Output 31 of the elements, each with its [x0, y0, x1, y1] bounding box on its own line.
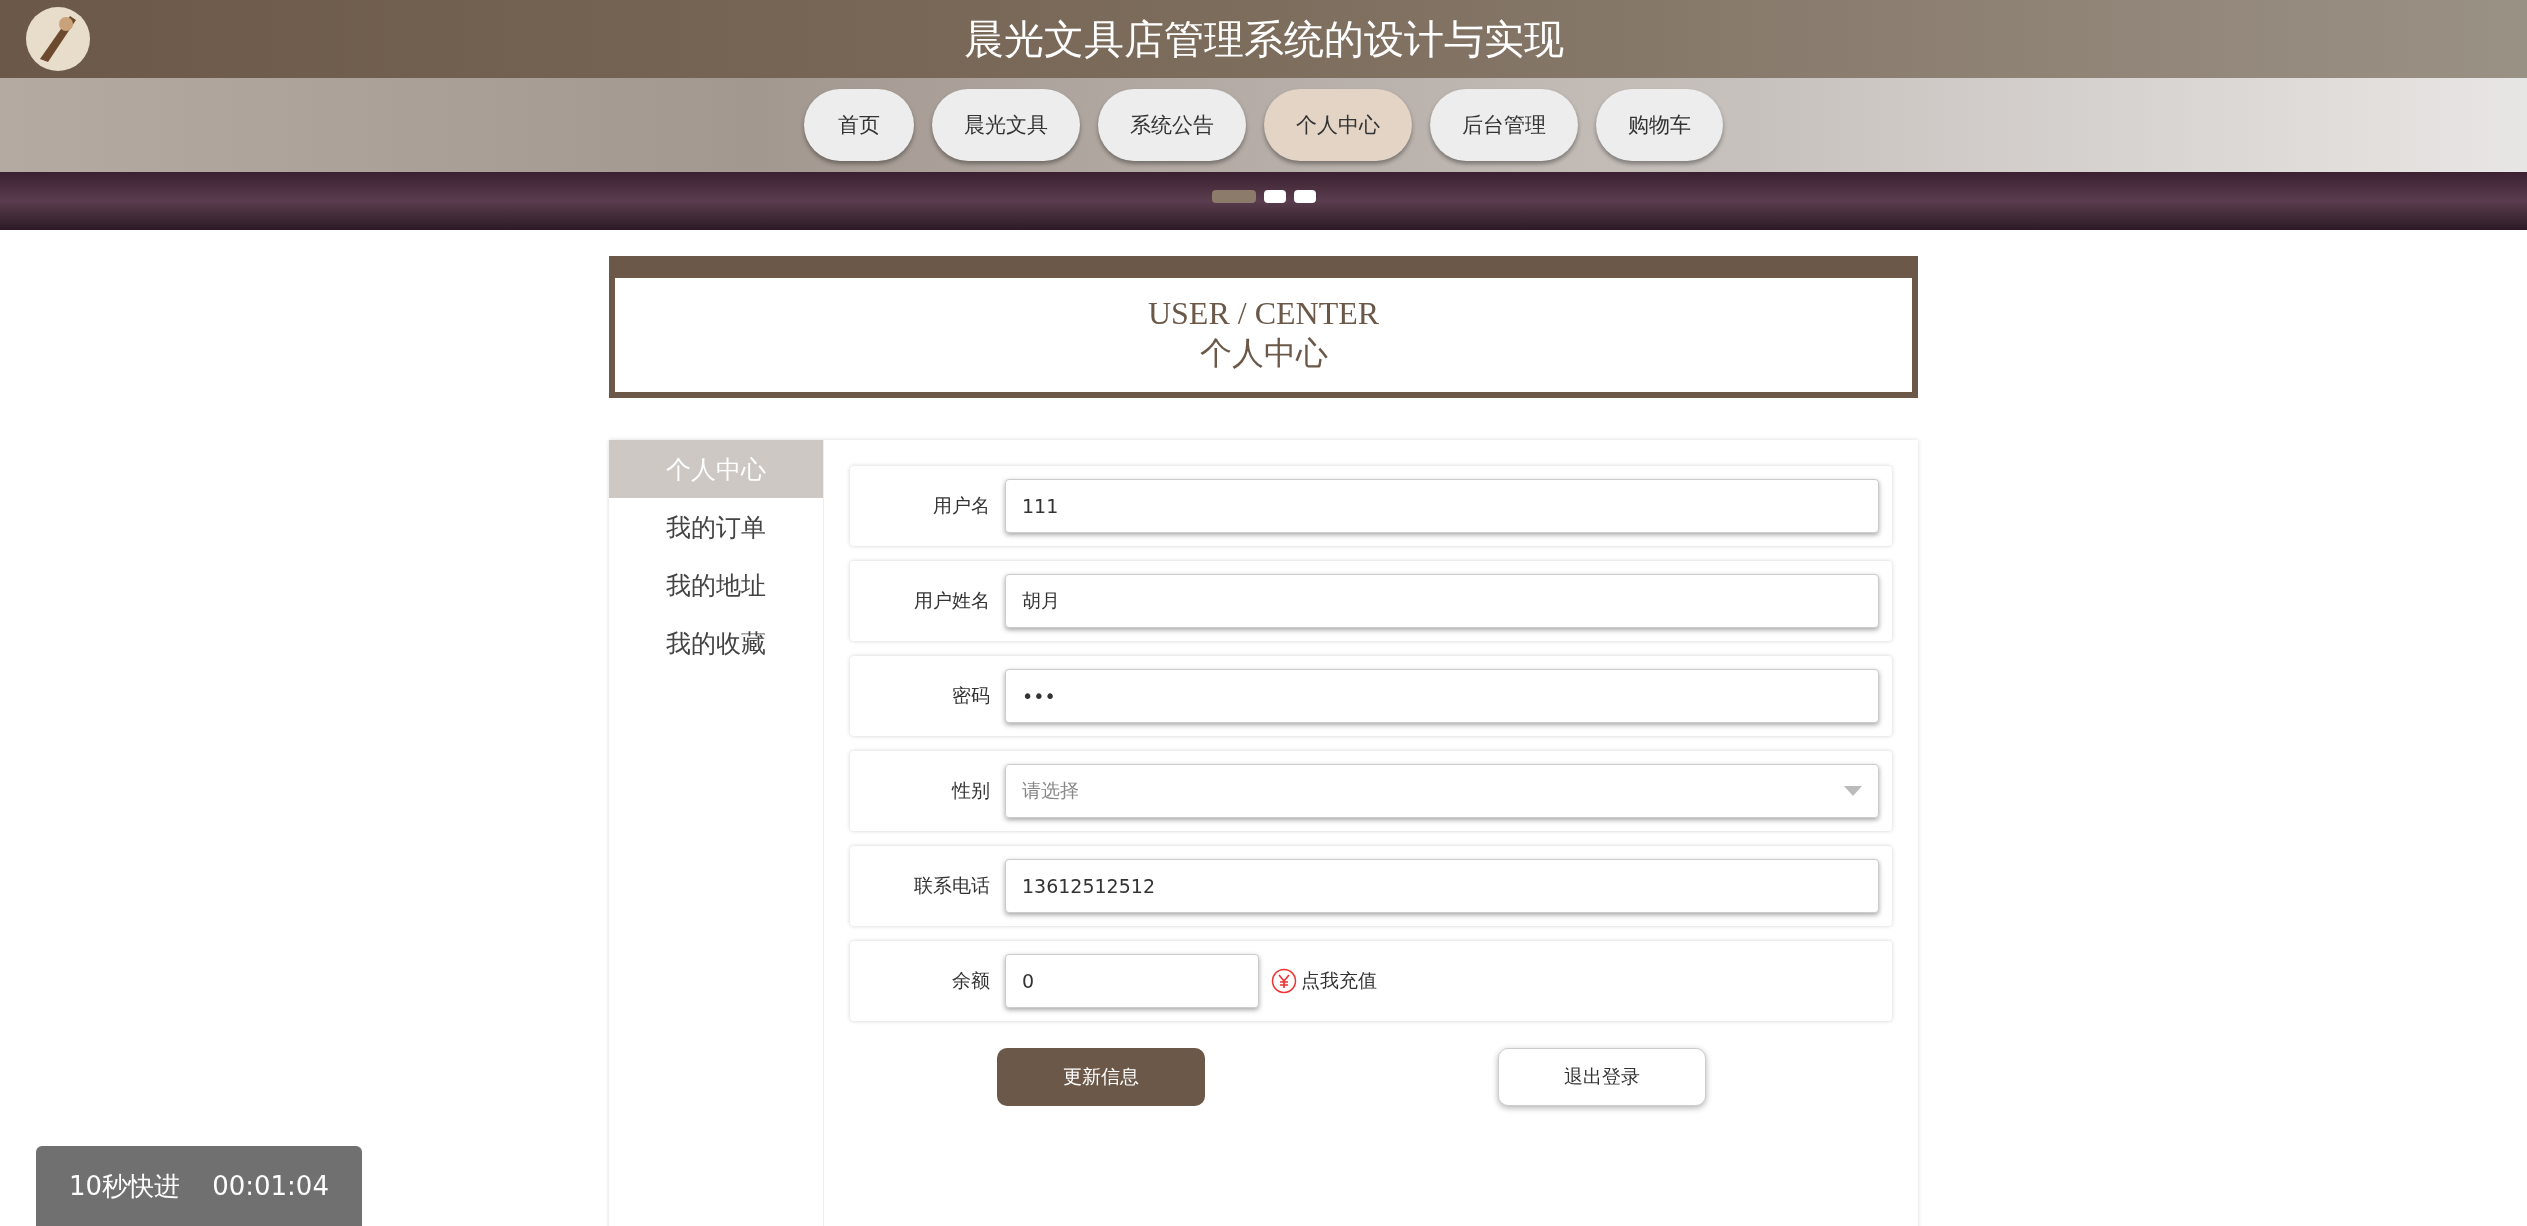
sidebar-item[interactable]: 我的订单	[609, 498, 823, 556]
field-label: 用户名	[932, 493, 991, 518]
input-field[interactable]: 111	[1005, 479, 1879, 533]
caret-icon	[1844, 786, 1862, 796]
select-field[interactable]: 请选择	[1005, 764, 1879, 818]
input-field[interactable]: 13612512512	[1005, 859, 1879, 913]
nav-tab[interactable]: 系统公告	[1098, 89, 1246, 161]
field-label: 余额	[951, 968, 991, 993]
nav-tab[interactable]: 个人中心	[1264, 89, 1412, 161]
fast-forward-label[interactable]: 10秒快进	[69, 1168, 181, 1204]
yen-icon	[1271, 968, 1297, 994]
input-field[interactable]: 0	[1005, 954, 1259, 1008]
heading-english: USER / CENTER	[1147, 294, 1380, 332]
sidebar-item[interactable]: 我的地址	[609, 556, 823, 614]
nav-tab[interactable]: 购物车	[1596, 89, 1723, 161]
update-button[interactable]: 更新信息	[996, 1048, 1205, 1106]
field-label: 用户姓名	[913, 588, 991, 613]
field-label: 性别	[950, 778, 991, 803]
logout-button[interactable]: 退出登录	[1497, 1048, 1706, 1106]
field-label: 联系电话	[913, 873, 991, 898]
field-label: 密码	[951, 683, 991, 708]
password-field[interactable]: •••	[1005, 669, 1879, 723]
playback-time: 00:01:04	[212, 1171, 329, 1201]
sidebar-item[interactable]: 我的收藏	[609, 614, 823, 672]
site-title: 晨光文具店管理系统的设计与实现	[963, 14, 1564, 64]
nav-tab[interactable]: 首页	[804, 89, 914, 161]
nav-tab[interactable]: 晨光文具	[932, 89, 1080, 161]
nav-tab[interactable]: 后台管理	[1430, 89, 1578, 161]
heading-chinese: 个人中心	[1199, 333, 1328, 373]
recharge-link[interactable]: 点我充值	[1271, 968, 1377, 994]
input-field[interactable]: 胡月	[1005, 574, 1879, 628]
